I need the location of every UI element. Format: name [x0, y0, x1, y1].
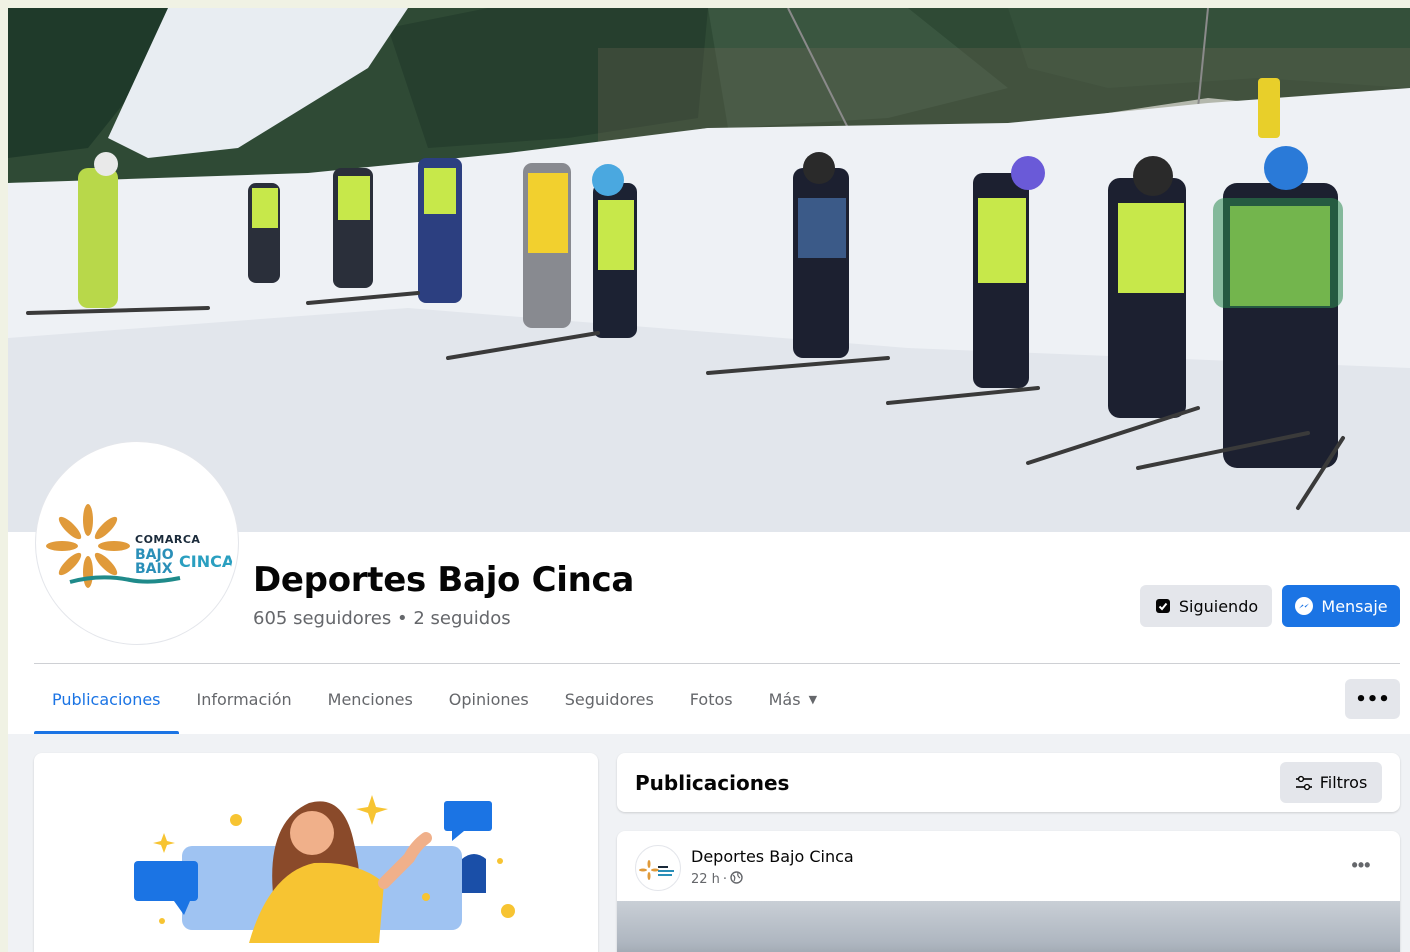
tab-label: Información	[196, 689, 292, 709]
posts-header: Publicaciones Filtros	[617, 753, 1400, 812]
profile-tabs: Publicaciones Información Menciones Opin…	[34, 664, 835, 734]
community-illustration	[134, 795, 515, 943]
meta-separator: ·	[722, 872, 728, 887]
page-title: Deportes Bajo Cinca	[253, 560, 635, 600]
tab-informacion[interactable]: Información	[179, 664, 310, 734]
bookmark-check-icon	[1154, 597, 1172, 615]
logo-line-1: COMARCA	[135, 533, 201, 546]
messenger-icon	[1294, 596, 1314, 616]
sliders-icon	[1295, 775, 1313, 791]
post-time[interactable]: 22 h	[691, 872, 720, 887]
tab-label: Menciones	[327, 689, 413, 709]
following-button[interactable]: Siguiendo	[1140, 585, 1272, 627]
facebook-page: COMARCA BAJO BAIX CINCA Deportes Bajo Ci…	[8, 8, 1410, 952]
tab-seguidores[interactable]: Seguidores	[547, 664, 672, 734]
tab-menciones[interactable]: Menciones	[310, 664, 431, 734]
logo-wordmark: COMARCA BAJO BAIX CINCA	[135, 533, 234, 576]
post-more-options-button[interactable]: •••	[1345, 851, 1377, 879]
intro-card	[34, 753, 598, 952]
tab-publicaciones[interactable]: Publicaciones	[34, 664, 179, 734]
message-label: Mensaje	[1321, 596, 1388, 616]
post-author-avatar[interactable]	[635, 845, 681, 891]
logo-line-4: CINCA	[179, 552, 235, 571]
comarca-logo-icon	[639, 860, 674, 880]
tab-label: Más	[768, 689, 801, 709]
profile-avatar[interactable]: COMARCA BAJO BAIX CINCA	[36, 442, 238, 644]
tab-label: Opiniones	[448, 689, 529, 709]
followers-count[interactable]: 605 seguidores • 2 seguidos	[253, 608, 511, 629]
more-options-button[interactable]: •••	[1345, 679, 1400, 719]
post-card: Deportes Bajo Cinca 22 h · •••	[617, 831, 1400, 952]
tab-mas[interactable]: Más ▼	[751, 664, 835, 734]
tab-fotos[interactable]: Fotos	[672, 664, 751, 734]
filters-label: Filtros	[1319, 773, 1368, 792]
tab-label: Publicaciones	[52, 689, 161, 709]
message-button[interactable]: Mensaje	[1282, 585, 1400, 627]
post-meta: 22 h ·	[691, 871, 743, 888]
more-dots-icon: •••	[1355, 688, 1390, 710]
tab-label: Fotos	[689, 689, 733, 709]
post-image[interactable]	[617, 901, 1400, 952]
filters-button[interactable]: Filtros	[1280, 762, 1382, 803]
posts-title: Publicaciones	[635, 771, 790, 795]
post-author-name[interactable]: Deportes Bajo Cinca	[691, 847, 854, 866]
globe-icon	[730, 871, 743, 888]
tab-label: Seguidores	[564, 689, 654, 709]
tab-opiniones[interactable]: Opiniones	[431, 664, 547, 734]
following-label: Siguiendo	[1178, 596, 1259, 616]
caret-down-icon: ▼	[808, 692, 818, 706]
more-dots-icon: •••	[1351, 854, 1371, 875]
